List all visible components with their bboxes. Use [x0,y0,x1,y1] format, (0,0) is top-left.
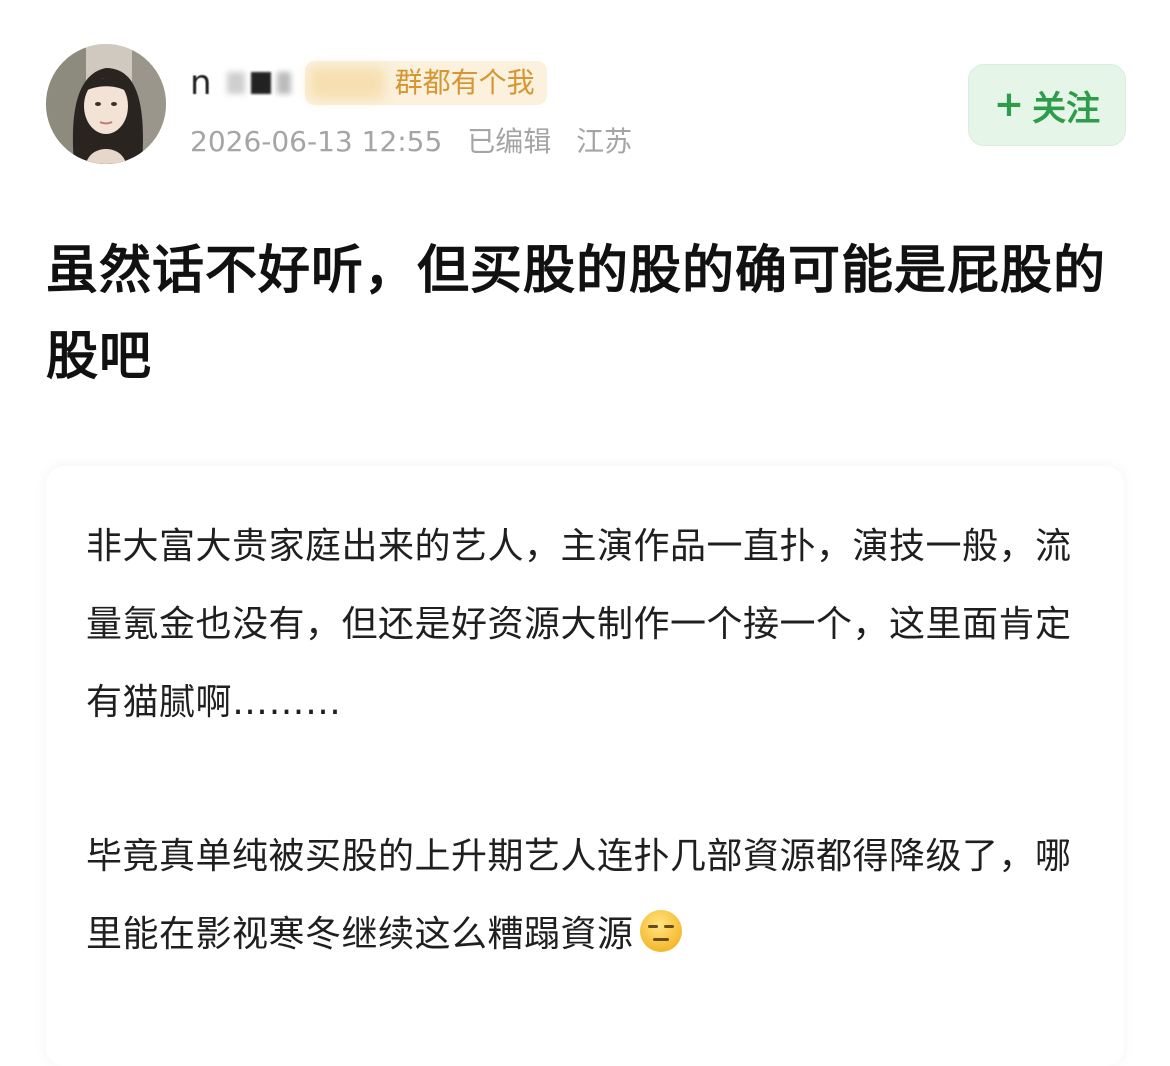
post-paragraph-2-text: 毕竟真单纯被买股的上升期艺人连扑几部資源都得降级了，哪里能在影视寒冬继续这么糟蹋… [86,836,1072,955]
badge-text: 群都有个我 [394,66,535,99]
badge-redaction [308,67,385,99]
post-header: n 群都有个我 2026-06-13 12:55 已编辑 江苏 + 关注 [46,44,1126,168]
follow-label: 关注 [1032,88,1101,129]
post-paragraph-1: 非大富大贵家庭出来的艺人，主演作品一直扑，演技一般，流量氪金也没有，但还是好资源… [86,526,1072,723]
username-redaction-1 [226,72,245,94]
author-row: n 群都有个我 [190,58,547,108]
timestamp: 2026-06-13 12:55 [190,125,443,158]
location: 江苏 [576,125,633,158]
post-body-card: 非大富大贵家庭出来的艺人，主演作品一直扑，演技一般，流量氪金也没有，但还是好资源… [46,466,1124,1066]
avatar-photo [46,44,166,164]
username-redaction-3 [276,72,291,94]
follow-button[interactable]: + 关注 [968,64,1126,146]
plus-icon: + [993,84,1025,125]
post-meta: 2026-06-13 12:55 已编辑 江苏 [190,120,648,160]
username[interactable]: n [190,63,221,103]
expressionless-face-emoji-icon [639,910,682,952]
fan-badge[interactable]: 群都有个我 [304,61,547,105]
avatar[interactable] [46,44,166,164]
post-paragraph-2: 毕竟真单纯被买股的上升期艺人连扑几部資源都得降级了，哪里能在影视寒冬继续这么糟蹋… [86,818,1086,974]
edited-label: 已编辑 [467,125,552,158]
username-redaction-2 [250,72,271,94]
post-title: 虽然话不好听，但买股的股的确可能是屁股的股吧 [46,241,1107,387]
